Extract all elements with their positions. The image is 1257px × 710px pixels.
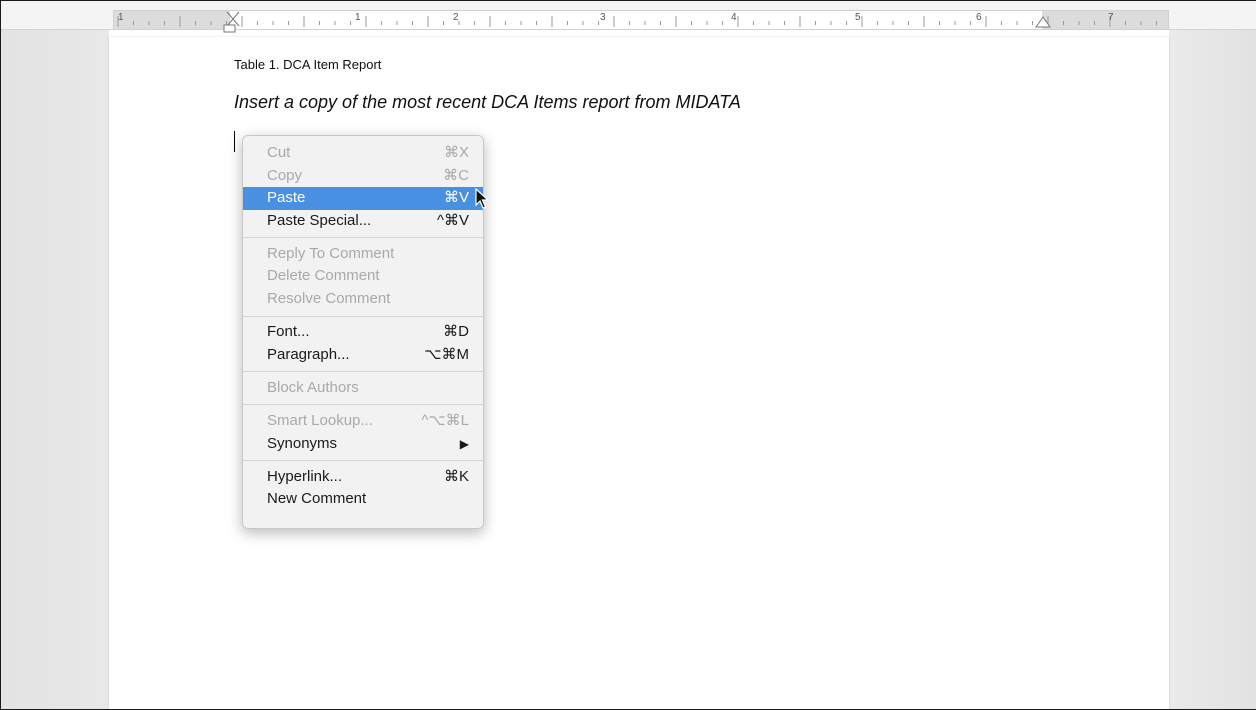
left-indent-marker-icon[interactable] xyxy=(223,24,237,34)
ruler-number: 3 xyxy=(600,12,606,23)
menu-item-reply-to-comment[interactable]: Reply To Comment xyxy=(243,243,483,266)
menu-separator xyxy=(243,460,483,462)
menu-item-cut[interactable]: Cut ⌘X xyxy=(243,142,483,165)
menu-item-shortcut: ^⌥⌘L xyxy=(421,411,469,429)
menu-item-shortcut: ⌘K xyxy=(443,467,469,485)
menu-item-block-authors[interactable]: Block Authors xyxy=(243,377,483,400)
menu-item-label: Paste xyxy=(267,189,306,207)
menu-item-shortcut: ⌘D xyxy=(443,323,469,341)
mouse-pointer-icon xyxy=(475,188,489,209)
menu-item-label: Paragraph... xyxy=(267,345,350,363)
document-window: 1 1 2 3 4 5 6 7 Table 1. DCA Item Report… xyxy=(0,0,1256,710)
menu-item-hyperlink[interactable]: Hyperlink... ⌘K xyxy=(243,466,483,489)
menu-item-label: Hyperlink... xyxy=(267,467,343,485)
text-caret xyxy=(234,131,235,152)
ruler-number: 2 xyxy=(453,12,459,23)
menu-item-paste-special[interactable]: Paste Special... ^⌘V xyxy=(243,210,483,233)
menu-item-paragraph[interactable]: Paragraph... ⌥⌘M xyxy=(243,344,483,367)
menu-separator xyxy=(243,371,483,373)
menu-item-font[interactable]: Font... ⌘D xyxy=(243,321,483,344)
menu-item-label: Paste Special... xyxy=(267,211,372,229)
menu-item-label: Synonyms xyxy=(267,434,338,452)
context-menu: Cut ⌘X Copy ⌘C Paste ⌘V Paste Special... ^⌘V Rep… xyxy=(242,135,484,529)
ruler-number: 7 xyxy=(1108,12,1114,23)
menu-separator xyxy=(243,315,483,317)
menu-item-paste[interactable]: Paste ⌘V xyxy=(243,187,483,210)
menu-item-shortcut: ^⌘V xyxy=(436,211,469,229)
menu-item-shortcut: ⌥⌘M xyxy=(424,345,469,363)
ruler-number: 5 xyxy=(855,12,861,23)
menu-separator xyxy=(243,404,483,406)
horizontal-ruler[interactable]: 1 1 2 3 4 5 6 7 xyxy=(1,1,1256,33)
ruler-number: 1 xyxy=(355,12,361,23)
menu-item-new-comment[interactable]: New Comment xyxy=(243,488,483,511)
menu-item-label: Block Authors xyxy=(267,378,359,396)
menu-item-label: Copy xyxy=(267,166,303,184)
menu-item-copy[interactable]: Copy ⌘C xyxy=(243,165,483,188)
menu-item-label: Resolve Comment xyxy=(267,290,391,308)
menu-item-synonyms[interactable]: Synonyms ▶ xyxy=(243,433,483,456)
menu-item-delete-comment[interactable]: Delete Comment xyxy=(243,265,483,288)
menu-item-resolve-comment[interactable]: Resolve Comment xyxy=(243,288,483,311)
menu-item-label: New Comment xyxy=(267,490,367,508)
ruler-number: 6 xyxy=(976,12,982,23)
ruler-track[interactable]: 1 1 2 3 4 5 6 7 xyxy=(113,10,1169,33)
menu-item-smart-lookup[interactable]: Smart Lookup... ^⌥⌘L xyxy=(243,410,483,433)
menu-item-shortcut: ⌘V xyxy=(443,189,469,207)
instruction-text: Insert a copy of the most recent DCA Ite… xyxy=(234,92,741,112)
ruler-number: 4 xyxy=(731,12,737,23)
menu-item-label: Cut xyxy=(267,144,291,161)
ruler-number: 1 xyxy=(118,12,124,23)
menu-item-label: Reply To Comment xyxy=(267,244,395,262)
submenu-arrow-icon: ▶ xyxy=(459,436,469,451)
menu-item-label: Smart Lookup... xyxy=(267,411,373,429)
right-indent-marker-icon[interactable] xyxy=(1034,13,1052,29)
menu-item-shortcut: ⌘X xyxy=(443,144,469,161)
ruler-ticks xyxy=(117,16,1157,27)
menu-item-label: Delete Comment xyxy=(267,267,380,285)
menu-item-shortcut: ⌘C xyxy=(443,166,469,184)
table-caption: Table 1. DCA Item Report xyxy=(234,57,382,72)
menu-separator xyxy=(243,237,483,239)
menu-item-label: Font... xyxy=(267,323,310,341)
